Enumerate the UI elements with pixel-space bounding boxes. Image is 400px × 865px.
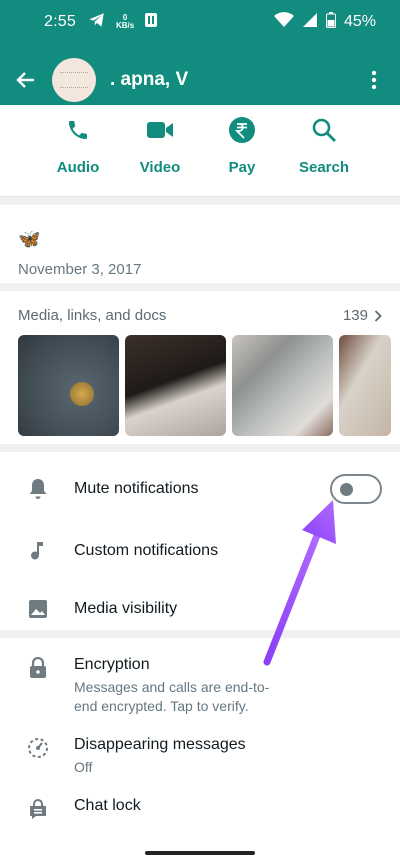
phone-icon <box>61 113 95 147</box>
mute-notifications-toggle[interactable] <box>330 474 382 504</box>
bell-icon <box>26 477 50 501</box>
battery-icon <box>325 11 336 33</box>
laptop-logo <box>70 382 94 406</box>
quick-actions: Audio Video Pay Search <box>0 105 400 197</box>
app-header: 2:55 0 KB/s 45% . apna, V <box>0 0 400 105</box>
media-count-value: 139 <box>342 307 368 324</box>
wifi-icon <box>273 11 294 33</box>
video-label: Video <box>139 159 181 176</box>
media-thumbnails <box>18 335 391 436</box>
privacy-settings: Encryption Messages and calls are end-to… <box>0 638 400 865</box>
battery-percentage: 45% <box>343 13 376 30</box>
search-button[interactable]: Search <box>288 105 360 196</box>
about-section[interactable]: 🦋 November 3, 2017 <box>0 205 400 283</box>
rupee-icon <box>225 113 259 147</box>
mute-notifications-row[interactable]: Mute notifications <box>0 460 400 518</box>
encryption-title: Encryption <box>74 656 150 673</box>
status-time: 2:55 <box>44 13 76 30</box>
image-icon <box>26 597 50 621</box>
more-options-button[interactable] <box>364 65 384 95</box>
back-button[interactable] <box>0 52 50 108</box>
chevron-right-icon <box>374 309 382 322</box>
disappearing-subtitle: Off <box>74 759 93 775</box>
video-call-button[interactable]: Video <box>124 105 196 196</box>
search-icon <box>307 113 341 147</box>
music-note-icon <box>26 539 50 563</box>
signal-icon <box>302 12 318 33</box>
encryption-text: Encryption Messages and calls are end-to… <box>74 656 284 716</box>
network-speed: 0 KB/s <box>116 14 134 30</box>
avatar[interactable] <box>52 58 96 102</box>
lock-icon <box>26 656 50 680</box>
telegram-icon <box>88 11 106 34</box>
custom-notifications-label: Custom notifications <box>74 542 219 559</box>
notification-settings: Mute notifications Custom notifications … <box>0 452 400 630</box>
encryption-row[interactable]: Encryption Messages and calls are end-to… <box>0 656 400 716</box>
status-left-icons: 0 KB/s <box>88 11 158 34</box>
toggle-knob <box>340 483 353 496</box>
mute-notifications-label: Mute notifications <box>74 480 199 497</box>
media-title: Media, links, and docs <box>18 307 167 324</box>
about-emoji: 🦋 <box>18 229 41 249</box>
disappearing-text: Disappearing messages Off <box>74 736 246 777</box>
app-notification-icon <box>144 12 158 33</box>
search-label: Search <box>298 159 350 176</box>
custom-notifications-row[interactable]: Custom notifications <box>0 522 400 580</box>
network-speed-unit: KB/s <box>115 21 135 30</box>
media-count: 139 <box>343 307 382 324</box>
media-thumbnail[interactable] <box>125 335 226 436</box>
disappearing-title: Disappearing messages <box>74 736 246 753</box>
media-thumbnail[interactable] <box>232 335 333 436</box>
media-thumbnail[interactable] <box>18 335 119 436</box>
pay-button[interactable]: Pay <box>206 105 278 196</box>
media-visibility-row[interactable]: Media visibility <box>0 580 400 638</box>
more-vertical-icon <box>371 70 377 90</box>
chat-lock-icon <box>26 797 50 821</box>
chat-lock-title: Chat lock <box>74 797 141 814</box>
media-header[interactable]: Media, links, and docs 139 <box>0 291 400 324</box>
video-icon <box>143 113 177 147</box>
media-thumbnail[interactable] <box>339 335 391 436</box>
status-bar: 2:55 0 KB/s 45% <box>0 0 400 44</box>
chat-lock-text: Chat lock <box>74 797 141 821</box>
arrow-left-icon <box>16 72 34 88</box>
chat-lock-row[interactable]: Chat lock <box>0 797 400 821</box>
home-indicator[interactable] <box>145 851 255 855</box>
about-date: November 3, 2017 <box>18 261 142 278</box>
encryption-subtitle: Messages and calls are end-to-end encryp… <box>74 679 270 714</box>
timer-icon <box>26 736 50 760</box>
status-right-icons: 45% <box>273 11 376 33</box>
disappearing-messages-row[interactable]: Disappearing messages Off <box>0 736 400 777</box>
pay-label: Pay <box>228 159 256 176</box>
media-section: Media, links, and docs 139 <box>0 291 400 444</box>
media-visibility-label: Media visibility <box>74 600 178 617</box>
contact-info-screen: 2:55 0 KB/s 45% . apna, V Audio Video Pa… <box>0 0 400 865</box>
audio-label: Audio <box>56 159 100 176</box>
audio-call-button[interactable]: Audio <box>42 105 114 196</box>
contact-header: . apna, V <box>0 52 400 108</box>
contact-name[interactable]: . apna, V <box>110 69 188 91</box>
